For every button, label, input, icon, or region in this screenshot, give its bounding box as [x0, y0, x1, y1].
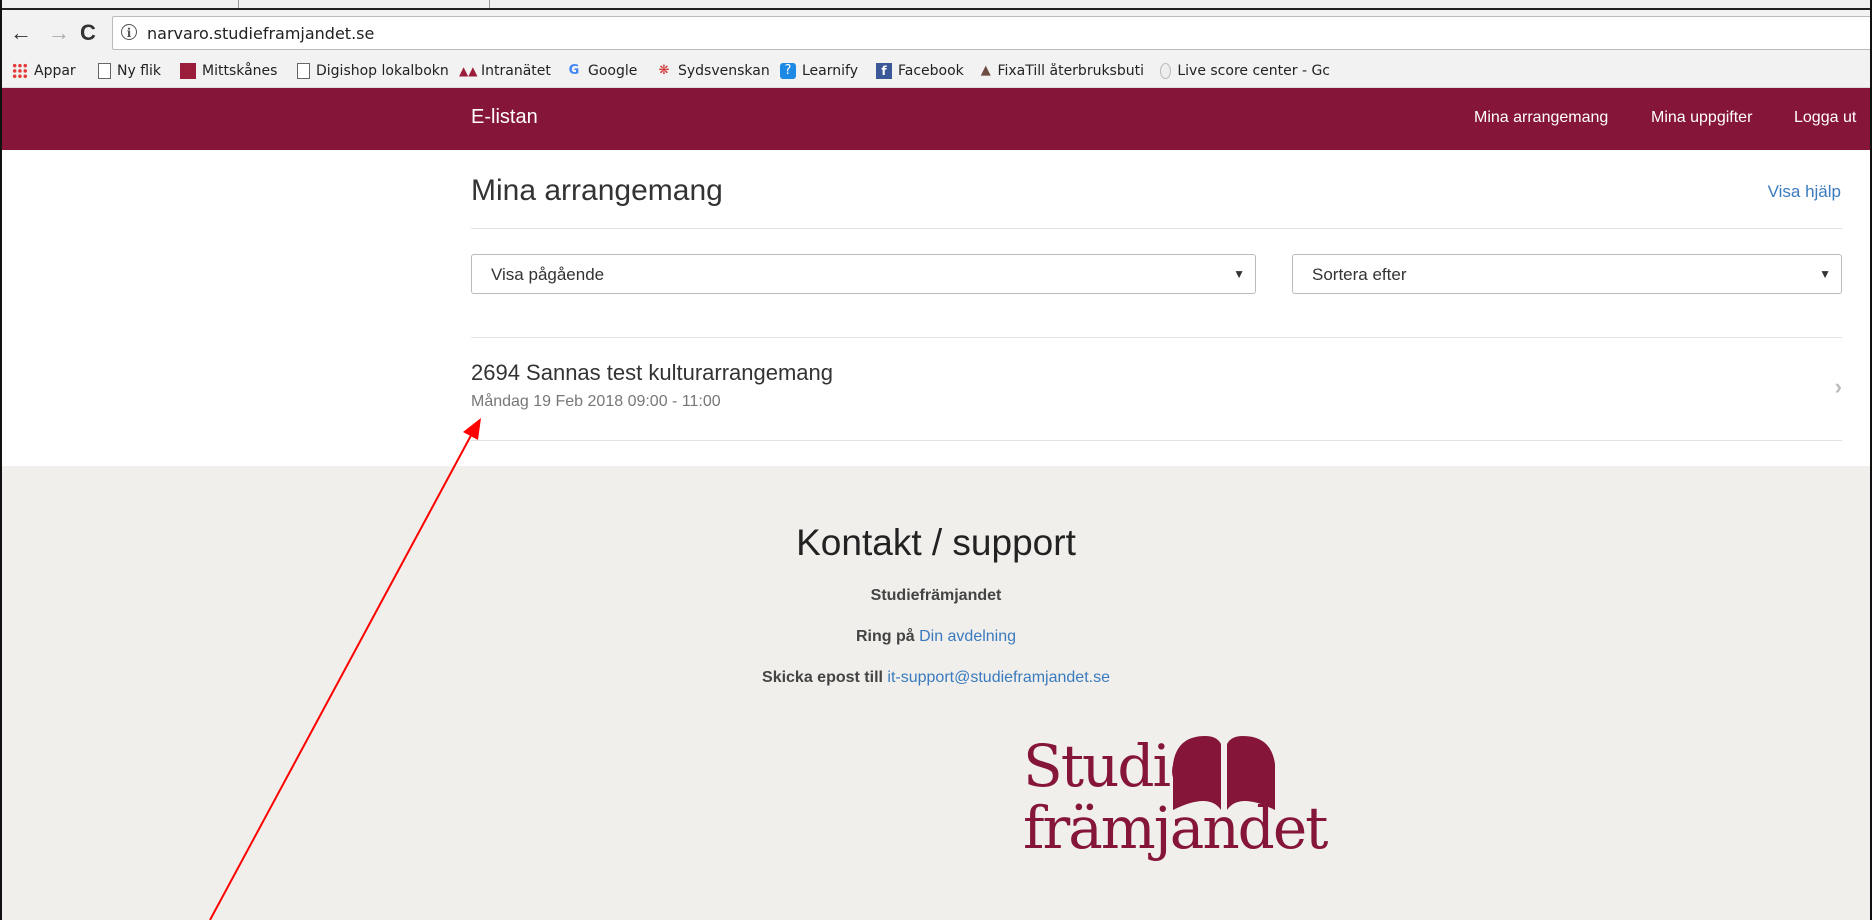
filter-select[interactable]: Visa pågående ▼ [471, 254, 1256, 294]
fixatill-icon: ▲ [980, 63, 991, 78]
event-title: 2694 Sannas test kulturarrangemang [471, 360, 834, 385]
live-score-icon [1160, 63, 1172, 79]
caret-down-icon: ▼ [1819, 267, 1831, 281]
bookmark-ny-flik[interactable]: Ny flik [98, 63, 161, 79]
page-icon [98, 63, 111, 79]
filter-select-value: Visa pågående [491, 265, 605, 284]
support-email-link[interactable]: it-support@studieframjandet.se [887, 669, 1110, 686]
info-icon[interactable]: i [121, 24, 137, 40]
page-title: Mina arrangemang [471, 174, 723, 207]
bookmark-mittskanes[interactable]: Mittskånes [180, 63, 277, 79]
help-link[interactable]: Visa hjälp [1768, 182, 1841, 202]
learnify-icon: ? [780, 63, 796, 79]
sort-select[interactable]: Sortera efter ▼ [1292, 254, 1842, 294]
caret-down-icon: ▼ [1233, 267, 1245, 281]
bookmark-facebook[interactable]: f Facebook [876, 63, 964, 79]
brand-title[interactable]: E-listan [471, 106, 538, 129]
address-bar[interactable]: i narvaro.studieframjandet.se [112, 16, 1872, 50]
bookmark-appar[interactable]: Appar [12, 63, 76, 79]
app-header: E-listan Mina arrangemang Mina uppgifter… [0, 88, 1872, 150]
studieframjandet-logo: Studie främjandet [1023, 732, 1328, 862]
intranet-icon: ▲▲ [459, 64, 478, 78]
browser-tab-strip [0, 0, 1872, 10]
footer-title: Kontakt / support [796, 522, 1076, 563]
sort-select-value: Sortera efter [1312, 265, 1407, 284]
nav-logga-ut[interactable]: Logga ut [1794, 109, 1856, 127]
divider [471, 228, 1842, 229]
url-text: narvaro.studieframjandet.se [147, 24, 375, 43]
back-arrow-icon[interactable]: ← [10, 22, 32, 44]
nav-mina-uppgifter[interactable]: Mina uppgifter [1651, 109, 1752, 127]
din-avdelning-link[interactable]: Din avdelning [919, 628, 1016, 645]
bookmark-google[interactable]: G Google [566, 63, 638, 79]
event-list-item[interactable]: 2694 Sannas test kulturarrangemang Månda… [471, 338, 1842, 440]
page-icon [297, 63, 310, 79]
footer: Kontakt / support Studiefrämjandet Ring … [0, 466, 1872, 920]
sydsvenskan-icon: ❋ [658, 63, 670, 78]
bookmark-learnify[interactable]: ? Learnify [780, 63, 858, 79]
screenshot-frame-left [0, 0, 2, 920]
chevron-right-icon: › [1834, 374, 1842, 399]
mittskanes-icon [180, 63, 196, 79]
bookmark-intranatet[interactable]: ▲▲ Intranätet [459, 63, 551, 79]
event-date: Måndag 19 Feb 2018 09:00 - 11:00 [471, 393, 721, 410]
nav-mina-arrangemang[interactable]: Mina arrangemang [1474, 109, 1608, 127]
reload-icon[interactable]: C [80, 22, 96, 44]
google-icon: G [568, 63, 580, 78]
bookmark-sydsvenskan[interactable]: ❋ Sydsvenskan [656, 63, 770, 79]
footer-email: Skicka epost till it-support@studieframj… [762, 669, 1110, 686]
bookmark-digishop[interactable]: Digishop lokalbokn [297, 63, 449, 79]
footer-org: Studiefrämjandet [870, 587, 1002, 604]
footer-call: Ring på Din avdelning [855, 628, 1017, 645]
divider [471, 440, 1842, 441]
apps-grid-icon [12, 63, 28, 79]
forward-arrow-icon[interactable]: → [48, 22, 70, 44]
browser-toolbar: ← → C i narvaro.studieframjandet.se [0, 10, 1872, 56]
bookmarks-bar: Appar Ny flik Mittskånes Digishop lokalb… [0, 56, 1872, 88]
bookmark-fixatill[interactable]: ▲ FixaTill återbruksbuti [980, 63, 1144, 79]
bookmark-live-score[interactable]: Live score center - Gc [1160, 63, 1330, 79]
facebook-icon: f [876, 63, 892, 79]
